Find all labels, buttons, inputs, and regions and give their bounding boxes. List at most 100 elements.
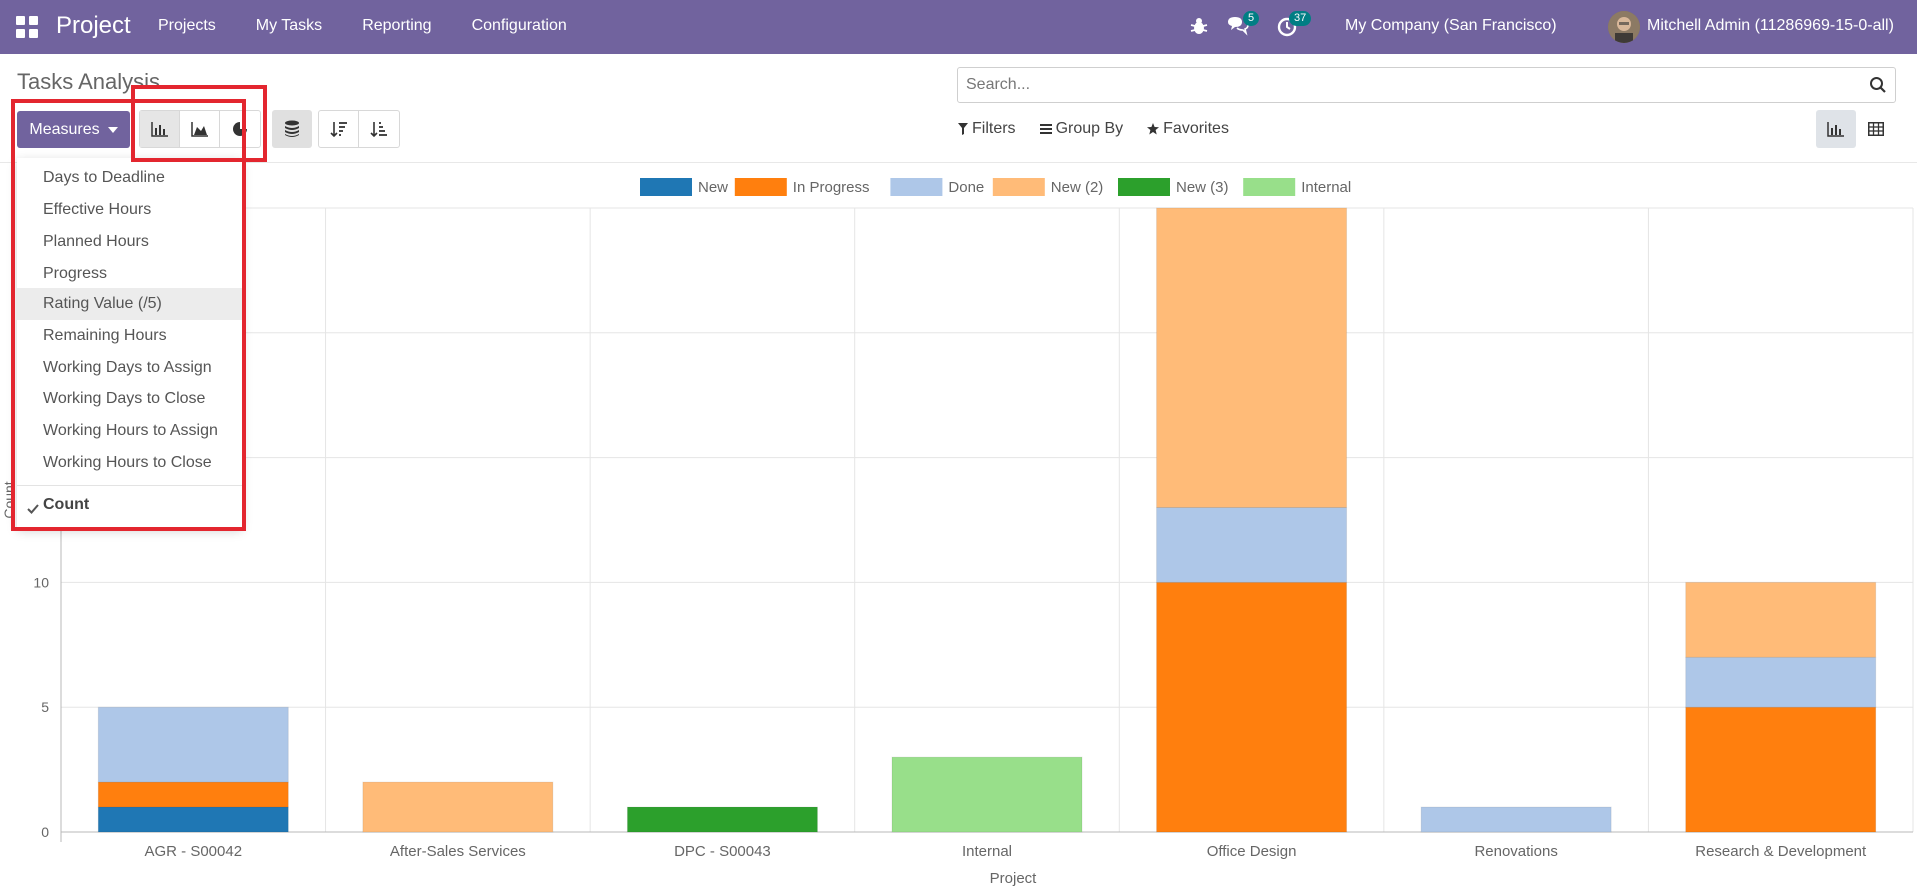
measures-button-label: Measures: [29, 120, 100, 138]
sort-descending-button[interactable]: [319, 111, 359, 147]
legend-swatch: [1118, 178, 1170, 196]
bar-chart-icon: [1827, 122, 1844, 137]
bar-segment: [1156, 507, 1348, 583]
sort-descending-icon: [329, 122, 347, 138]
group-by-label: Group By: [1055, 120, 1124, 137]
measure-option-planned-hours[interactable]: Planned Hours: [17, 226, 242, 258]
x-tick-label: Internal: [962, 843, 1012, 860]
bar-chart-button[interactable]: [140, 111, 180, 147]
filters-label: Filters: [972, 120, 1016, 137]
legend-label: Internal: [1301, 179, 1351, 196]
app-brand[interactable]: Project: [56, 12, 131, 40]
company-switcher[interactable]: My Company (San Francisco): [1345, 17, 1557, 35]
search-options: Filters Group By Favorites: [958, 110, 1253, 148]
legend-label: Done: [948, 179, 984, 196]
menu-reporting[interactable]: Reporting: [362, 17, 431, 35]
bug-icon[interactable]: [1188, 14, 1210, 38]
group-by-toggle[interactable]: Group By: [1039, 120, 1124, 138]
pie-chart-icon: [233, 121, 248, 136]
stacked-toggle-button[interactable]: [272, 110, 312, 148]
legend-swatch: [1243, 178, 1296, 196]
measures-button[interactable]: Measures: [17, 111, 130, 148]
line-chart-button[interactable]: [180, 111, 220, 147]
y-tick-label: 0: [41, 824, 49, 840]
page-title: Tasks Analysis: [17, 69, 161, 94]
y-axis-label: Count: [1, 481, 17, 518]
bar-segment: [891, 756, 1083, 833]
bar-segment: [1685, 656, 1877, 708]
view-switcher: [1816, 110, 1896, 148]
sort-ascending-icon: [370, 122, 387, 138]
legend-swatch: [992, 178, 1045, 196]
x-tick-label: Renovations: [1474, 843, 1557, 860]
measures-dropdown: Days to Deadline Effective Hours Planned…: [17, 158, 242, 528]
activities-badge: 37: [1289, 11, 1312, 26]
checkmark-icon: [27, 504, 39, 514]
favorites-label: Favorites: [1163, 120, 1229, 137]
search-icon[interactable]: [1869, 76, 1887, 94]
measure-option-remaining-hours[interactable]: Remaining Hours: [17, 320, 242, 352]
pivot-view-button[interactable]: [1856, 110, 1896, 148]
star-icon: [1147, 123, 1160, 135]
search-input[interactable]: [966, 76, 1846, 94]
measure-option-working-hours-to-close[interactable]: Working Hours to Close: [17, 447, 242, 479]
top-navbar: Project Projects My Tasks Reporting Conf…: [0, 0, 1917, 54]
menu-my-tasks[interactable]: My Tasks: [256, 17, 322, 35]
sort-group: [318, 110, 400, 148]
table-icon: [1868, 122, 1884, 136]
legend-swatch: [734, 178, 787, 196]
user-menu[interactable]: Mitchell Admin (11286969-15-0-all): [1647, 17, 1894, 35]
bar-chart: 0 5 10 AGR - S00042 After-Sales Services DPC …: [1, 178, 1914, 887]
filter-icon: [958, 123, 968, 135]
measure-option-working-days-to-close[interactable]: Working Days to Close: [17, 383, 242, 415]
filters-toggle[interactable]: Filters: [958, 120, 1016, 138]
area-chart-icon: [190, 122, 208, 137]
x-tick-label: Research & Development: [1695, 843, 1867, 860]
menu-configuration[interactable]: Configuration: [472, 17, 567, 35]
bar-segment: [1420, 806, 1612, 833]
pie-chart-button[interactable]: [220, 111, 260, 147]
dropdown-divider: [17, 485, 242, 486]
database-stack-icon: [285, 120, 299, 137]
measure-option-rating-value[interactable]: Rating Value (/5): [17, 288, 242, 320]
measure-option-days-to-deadline[interactable]: Days to Deadline: [17, 162, 242, 194]
caret-down-icon: [107, 126, 118, 133]
search-bar: [957, 67, 1896, 103]
legend-label: New (3): [1176, 179, 1229, 196]
bar-segment: [1685, 581, 1877, 658]
bars-icon: [1039, 124, 1052, 134]
bar-segment: [1156, 581, 1348, 833]
measure-option-count[interactable]: Count: [43, 496, 89, 514]
x-tick-label: DPC - S00043: [674, 843, 771, 860]
messages-badge: 5: [1243, 11, 1260, 26]
measure-option-effective-hours[interactable]: Effective Hours: [17, 194, 242, 226]
measure-option-progress[interactable]: Progress: [17, 258, 242, 290]
bar-segment: [1685, 706, 1877, 833]
main-menu: Projects My Tasks Reporting Configuratio…: [158, 17, 607, 35]
legend-label: New (2): [1051, 179, 1104, 196]
x-tick-label: After-Sales Services: [390, 843, 526, 860]
bar-segment: [97, 806, 289, 833]
apps-menu-icon[interactable]: [16, 16, 38, 38]
menu-projects[interactable]: Projects: [158, 17, 216, 35]
bar-segment: [97, 706, 289, 783]
y-tick-label: 5: [41, 699, 49, 715]
legend-swatch: [890, 178, 943, 196]
favorites-toggle[interactable]: Favorites: [1147, 120, 1229, 138]
graph-view-button[interactable]: [1816, 110, 1856, 148]
measure-option-working-days-to-assign[interactable]: Working Days to Assign: [17, 352, 242, 384]
x-tick-label: AGR - S00042: [145, 843, 243, 860]
bar-segment: [1156, 207, 1348, 509]
bar-segment: [362, 781, 554, 833]
bar-segment: [626, 806, 818, 833]
user-avatar[interactable]: [1608, 11, 1640, 43]
legend-label: In Progress: [793, 179, 870, 196]
sort-ascending-button[interactable]: [359, 111, 399, 147]
bar-chart-icon: [150, 122, 168, 137]
bar-segment: [97, 781, 289, 808]
y-tick-label: 10: [33, 574, 49, 590]
legend-swatch: [640, 178, 692, 196]
x-axis-label: Project: [990, 870, 1038, 887]
x-tick-label: Office Design: [1207, 843, 1297, 860]
measure-option-working-hours-to-assign[interactable]: Working Hours to Assign: [17, 415, 242, 447]
